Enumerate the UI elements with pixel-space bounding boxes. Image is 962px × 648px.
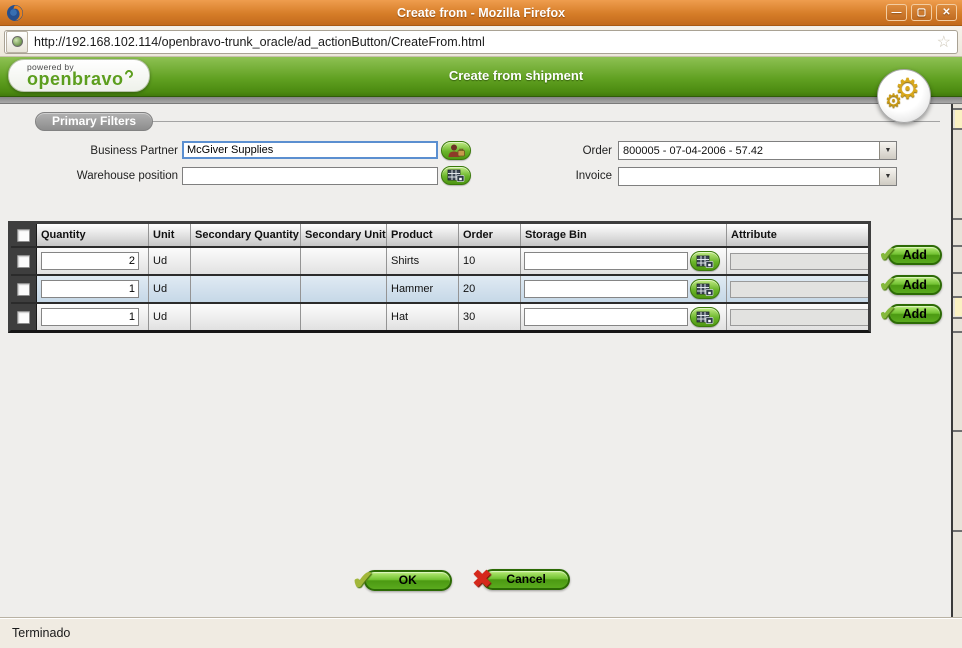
quantity-input[interactable] [41, 308, 139, 326]
warehouse-icon [696, 311, 714, 324]
dropdown-arrow-icon[interactable]: ▼ [879, 142, 896, 159]
table-row: Ud Hat 30 [11, 302, 868, 330]
warehouse-icon [696, 283, 714, 296]
ok-button[interactable]: ✔ OK [352, 565, 452, 596]
storage-bin-lookup-button[interactable] [690, 307, 720, 327]
app-header: powered by openbravo Create from shipmen… [0, 57, 962, 97]
product-cell: Shirts [387, 248, 459, 274]
url-field[interactable]: http://192.168.102.114/openbravo-trunk_o… [4, 29, 958, 54]
select-all-checkbox[interactable] [17, 228, 30, 242]
storage-bin-input[interactable] [524, 252, 688, 270]
order-label: Order [582, 145, 612, 157]
warehouse-position-input[interactable] [182, 167, 438, 185]
settings-gear-button[interactable]: ⚙ ⚙ [877, 69, 931, 123]
secondary-unit-cell [301, 276, 387, 302]
storage-bin-input[interactable] [524, 308, 688, 326]
order-cell: 20 [459, 276, 521, 302]
column-header-product: Product [387, 224, 459, 246]
browser-toolbar: http://192.168.102.114/openbravo-trunk_o… [0, 27, 962, 57]
cancel-button-label: Cancel [482, 569, 571, 590]
openbravo-logo: powered by openbravo [8, 59, 150, 92]
window-title: Create from - Mozilla Firefox [396, 5, 566, 20]
column-header-storage-bin: Storage Bin [521, 224, 727, 246]
primary-filters-divider [130, 121, 940, 122]
warehouse-icon [696, 255, 714, 268]
check-icon: ✔ [352, 565, 374, 595]
secondary-unit-cell [301, 304, 387, 330]
secondary-quantity-cell [191, 304, 301, 330]
order-cell: 10 [459, 248, 521, 274]
column-header-quantity: Quantity [37, 224, 149, 246]
primary-filters-badge: Primary Filters [35, 112, 154, 131]
cancel-button[interactable]: ✖ Cancel [472, 565, 571, 594]
product-cell: Hammer [387, 276, 459, 302]
status-bar: Terminado [0, 617, 962, 648]
check-icon: ✔ [879, 274, 896, 296]
attribute-input[interactable] [730, 280, 868, 298]
maximize-button[interactable]: ▢ [911, 4, 932, 21]
invoice-label: Invoice [575, 170, 612, 182]
page-title: Create from shipment [448, 68, 584, 83]
quantity-input[interactable] [41, 252, 139, 270]
brand-label: openbravo [27, 68, 149, 88]
header-divider [0, 97, 962, 104]
cross-icon: ✖ [472, 566, 493, 593]
column-header-unit: Unit [149, 224, 191, 246]
row-checkbox[interactable] [17, 254, 30, 268]
business-partner-input[interactable] [182, 141, 438, 159]
column-header-secondary-unit: Secondary Unit [301, 224, 387, 246]
column-header-secondary-quantity: Secondary Quantity [191, 224, 301, 246]
row-checkbox[interactable] [17, 310, 30, 324]
browser-window: Create from - Mozilla Firefox — ▢ ✕ http… [0, 0, 962, 648]
invoice-select[interactable]: ▼ [618, 167, 897, 186]
quantity-input[interactable] [41, 280, 139, 298]
bookmark-star-icon[interactable]: ☆ [937, 32, 951, 52]
dropdown-arrow-icon[interactable]: ▼ [879, 168, 896, 185]
add-button[interactable]: ✔ Add [879, 272, 942, 297]
right-edge-strip [951, 104, 962, 617]
product-cell: Hat [387, 304, 459, 330]
url-text: http://192.168.102.114/openbravo-trunk_o… [34, 34, 485, 49]
table-row: Ud Shirts 10 [11, 246, 868, 274]
table-row: Ud Hammer 20 [11, 274, 868, 302]
page-favicon [6, 30, 28, 53]
check-icon: ✔ [879, 244, 896, 266]
secondary-quantity-cell [191, 276, 301, 302]
storage-bin-lookup-button[interactable] [690, 251, 720, 271]
order-selected-value: 800005 - 07-04-2006 - 57.42 [623, 144, 764, 157]
business-partner-label: Business Partner [90, 145, 178, 157]
column-header-attribute: Attribute [727, 224, 868, 246]
minimize-button[interactable]: — [886, 4, 907, 21]
add-button[interactable]: ✔ Add [879, 242, 942, 267]
attribute-input[interactable] [730, 308, 868, 326]
warehouse-position-label: Warehouse position [76, 170, 178, 182]
attribute-input[interactable] [730, 252, 868, 270]
window-titlebar: Create from - Mozilla Firefox — ▢ ✕ [0, 0, 962, 26]
storage-bin-input[interactable] [524, 280, 688, 298]
unit-cell: Ud [149, 276, 191, 302]
secondary-unit-cell [301, 248, 387, 274]
check-icon: ✔ [879, 303, 896, 325]
row-checkbox[interactable] [17, 282, 30, 296]
unit-cell: Ud [149, 248, 191, 274]
column-header-order: Order [459, 224, 521, 246]
ok-button-label: OK [363, 570, 452, 591]
table-header-row: Quantity Unit Secondary Quantity Seconda… [11, 224, 868, 246]
order-select[interactable]: 800005 - 07-04-2006 - 57.42 ▼ [618, 141, 897, 160]
add-button[interactable]: ✔ Add [879, 301, 942, 326]
storage-bin-lookup-button[interactable] [690, 279, 720, 299]
order-cell: 30 [459, 304, 521, 330]
secondary-quantity-cell [191, 248, 301, 274]
status-text: Terminado [12, 626, 71, 640]
gear-icon: ⚙ [885, 91, 903, 112]
unit-cell: Ud [149, 304, 191, 330]
lines-table: Quantity Unit Secondary Quantity Seconda… [8, 221, 871, 333]
close-button[interactable]: ✕ [936, 4, 957, 21]
